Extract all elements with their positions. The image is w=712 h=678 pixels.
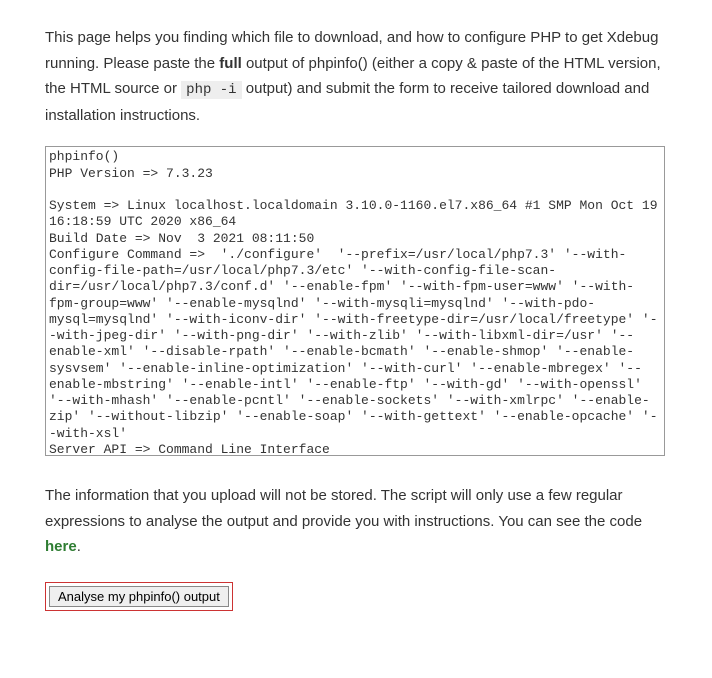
submit-button-highlight bbox=[45, 582, 233, 611]
info-paragraph: The information that you upload will not… bbox=[45, 483, 667, 560]
info-text-2: . bbox=[77, 538, 81, 555]
info-text-1: The information that you upload will not… bbox=[45, 487, 642, 530]
inline-code-php-i: php -i bbox=[181, 81, 241, 99]
intro-paragraph: This page helps you finding which file t… bbox=[45, 25, 667, 128]
analyse-button[interactable] bbox=[49, 586, 229, 607]
phpinfo-textarea[interactable]: phpinfo() PHP Version => 7.3.23 System =… bbox=[45, 146, 665, 456]
intro-bold: full bbox=[219, 55, 242, 72]
textarea-wrapper: phpinfo() PHP Version => 7.3.23 System =… bbox=[45, 146, 667, 461]
code-here-link[interactable]: here bbox=[45, 538, 77, 555]
